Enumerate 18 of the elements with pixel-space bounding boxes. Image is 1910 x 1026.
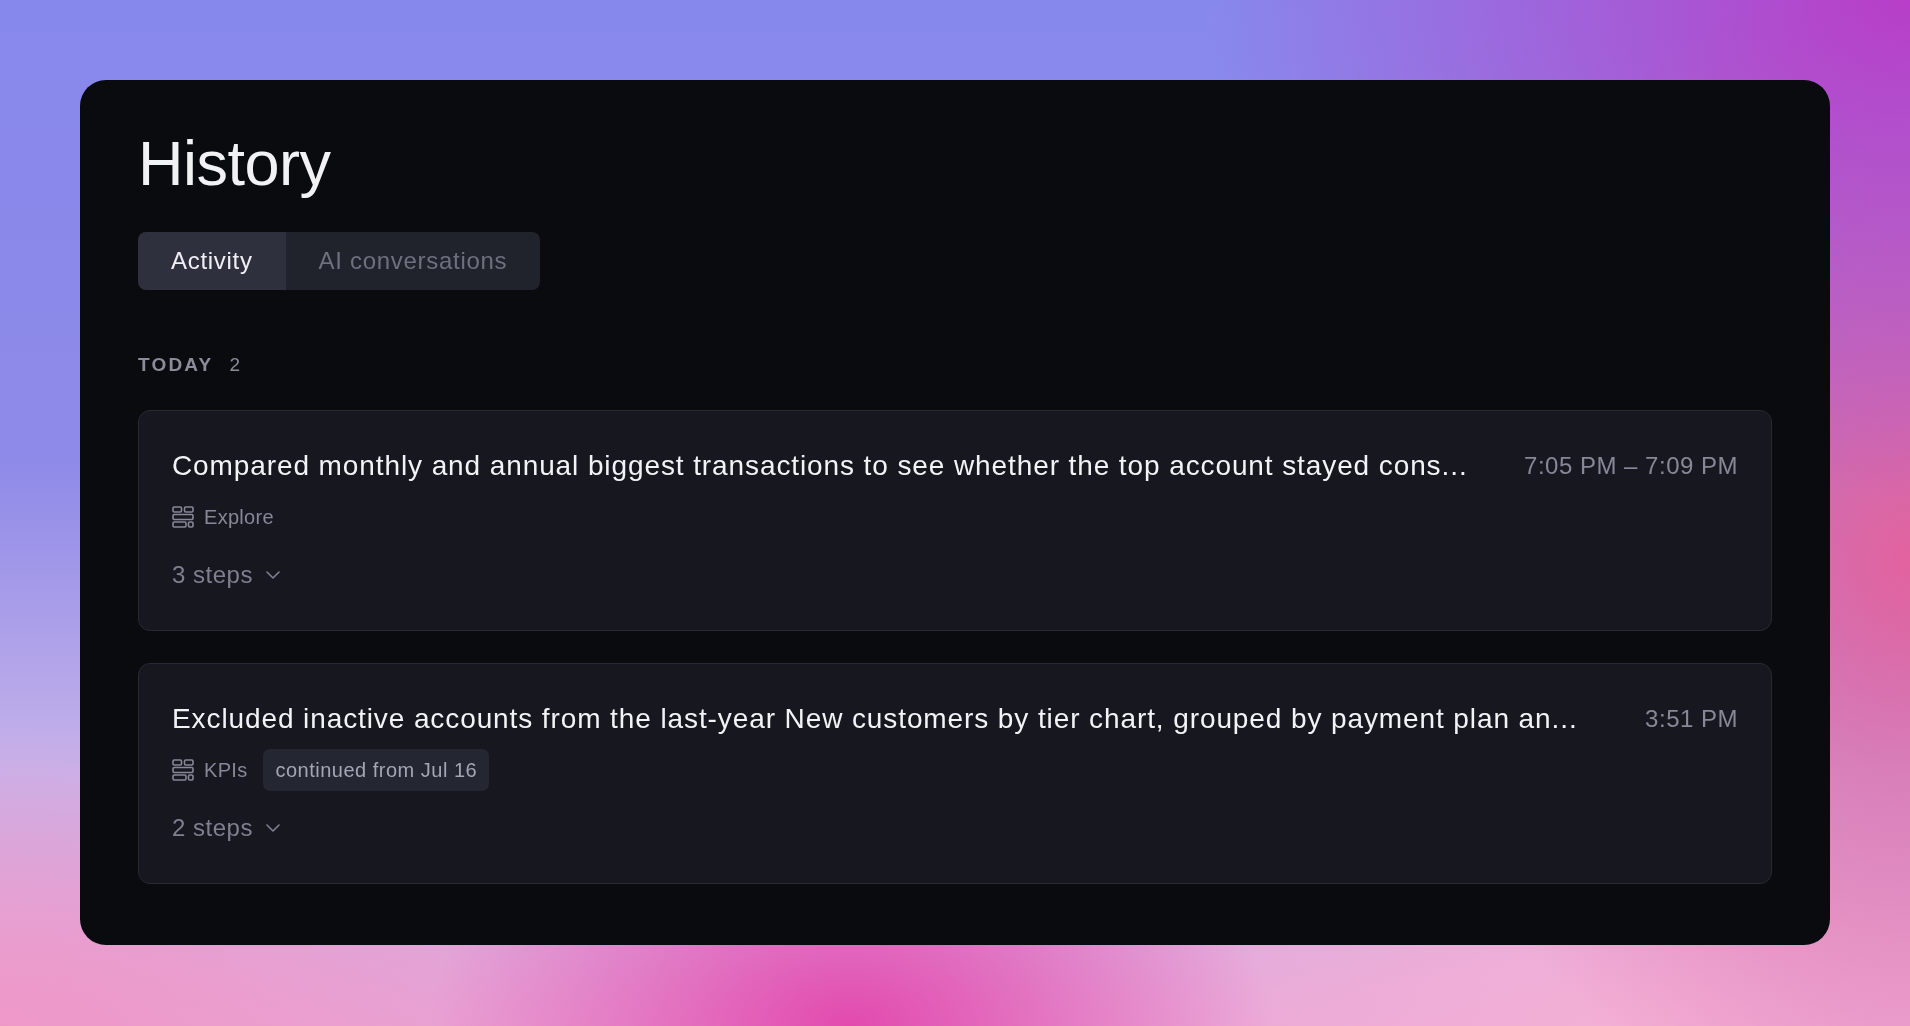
activity-title: Compared monthly and annual biggest transactions to see whether the top account stayed cons... (172, 450, 1469, 482)
tab[interactable]: AI conversations (285, 232, 541, 290)
time-range: 3:51 PM (1645, 705, 1738, 733)
source-label: KPIs (204, 758, 248, 782)
steps-toggle[interactable]: 2 steps (172, 813, 280, 843)
continued-tag: continued from Jul 16 (263, 749, 490, 791)
activity-title: Excluded inactive accounts from the last-year New customers by tier chart, grouped by payment plan an... (172, 703, 1579, 735)
source-label: Explore (204, 505, 274, 529)
item-count: 2 (229, 354, 240, 376)
page-title: History (138, 127, 331, 200)
chevron-down-icon (265, 571, 280, 579)
steps-toggle[interactable]: 3 steps (172, 560, 280, 590)
tab[interactable]: Activity (138, 232, 286, 290)
section-label: TODAY (138, 354, 214, 376)
layout-icon (172, 759, 194, 781)
chevron-down-icon (265, 824, 280, 832)
layout-icon (172, 506, 194, 528)
time-range: 7:05 PM – 7:09 PM (1524, 452, 1738, 480)
